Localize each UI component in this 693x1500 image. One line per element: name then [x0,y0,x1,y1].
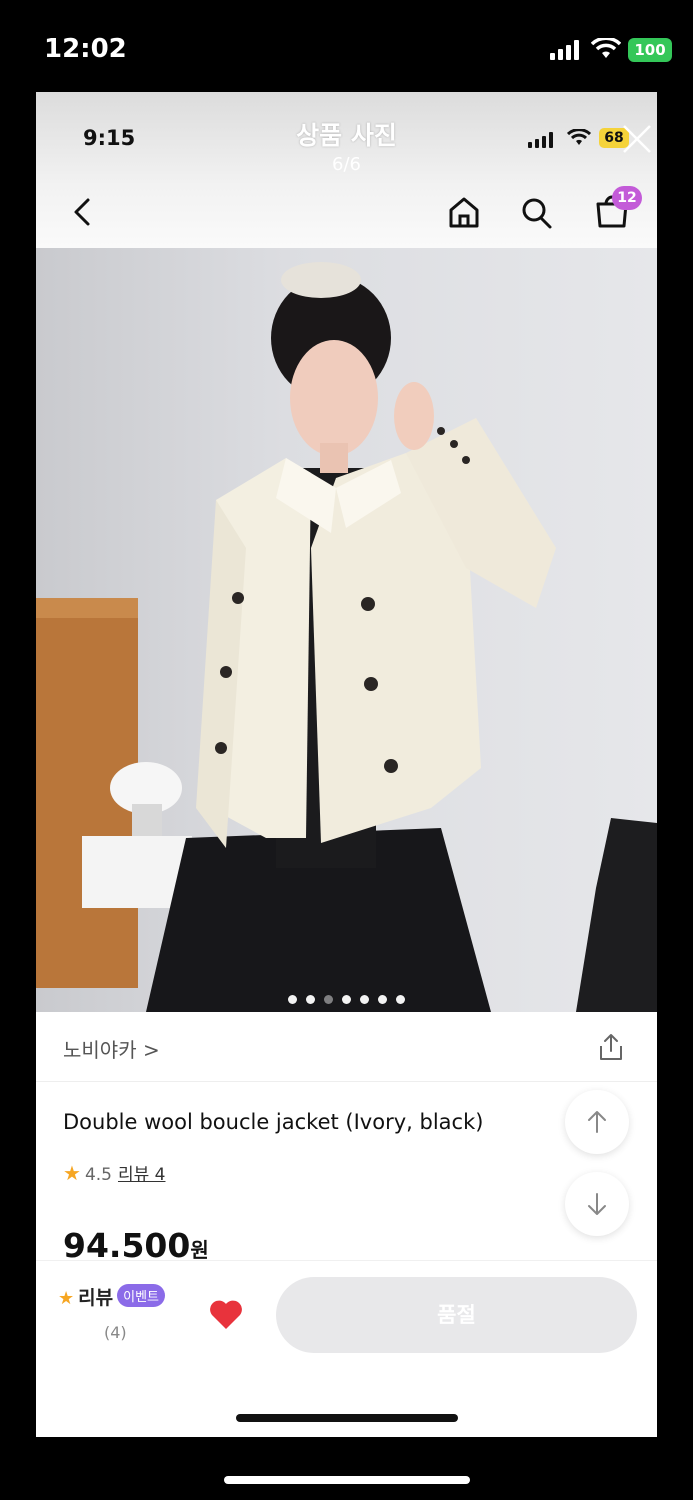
review-shortcut[interactable]: ★ 리뷰 이벤트 [58,1283,165,1310]
cellular-signal-icon [550,40,579,60]
event-badge: 이벤트 [117,1284,165,1307]
product-title: Double wool boucle jacket (Ivory, black) [63,1110,484,1134]
battery-indicator: 100 [628,38,672,62]
product-photo-illustration [36,262,657,1012]
rating-row: ★ 4.5 리뷰 4 [63,1160,165,1185]
pagination-dot [287,995,297,1004]
pagination-dot [305,995,315,1004]
back-icon[interactable] [66,192,102,232]
pagination-dot-active [396,995,406,1004]
viewer-title: 상품 사진 [296,121,397,150]
rating-value: 4.5 [84,1165,112,1185]
review-label: 리뷰 [78,1287,114,1309]
pagination-dot [323,995,333,1004]
app-screenshot: 9:15 68 상품 사진 6/6 12 노비야카 > Double wool … [36,92,657,1437]
pagination-dot [342,995,351,1004]
arrow-down-icon [588,1193,606,1215]
sold-out-button[interactable]: 품절 [276,1277,637,1353]
brand-row: 노비야카 > [36,1012,657,1082]
arrow-up-icon [588,1111,606,1133]
home-indicator[interactable] [224,1476,470,1484]
outer-status-bar: 12:02 100 [0,0,693,92]
brand-link[interactable]: 노비야카 > [63,1034,160,1063]
cart-count-badge: 12 [612,186,642,210]
search-icon[interactable] [518,192,554,232]
scroll-up-button[interactable] [565,1090,629,1154]
photo-pagination [36,989,657,1008]
star-icon: ★ [58,1288,75,1309]
bottom-action-bar: ★ 리뷰 이벤트 (4) 품절 [36,1260,657,1437]
price-unit: 원 [190,1238,209,1262]
wifi-icon [591,38,621,58]
heart-icon[interactable] [208,1297,244,1331]
review-count: (4) [104,1323,127,1342]
share-icon[interactable] [596,1032,626,1062]
inner-home-indicator [236,1414,458,1422]
pagination-dot [378,995,388,1004]
scroll-down-button[interactable] [565,1172,629,1236]
photo-counter: 6/6 [332,154,361,175]
star-icon: ★ [63,1161,81,1185]
review-link[interactable]: 리뷰 4 [118,1165,166,1185]
outer-clock: 12:02 [44,34,127,64]
pagination-dot [360,995,370,1004]
photo-viewer-header: 9:15 68 상품 사진 6/6 12 [36,92,657,248]
product-photo[interactable] [36,248,657,1012]
close-icon[interactable] [620,122,654,156]
home-icon[interactable] [446,192,482,232]
